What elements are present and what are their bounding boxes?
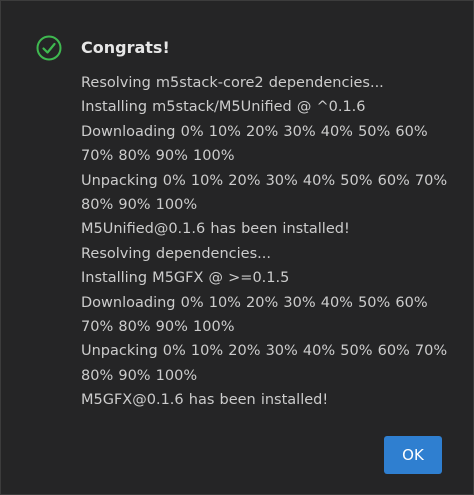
log-line: M5GFX@0.1.6 has been installed!	[81, 392, 329, 409]
ok-button[interactable]: OK	[384, 436, 442, 474]
install-log: Resolving m5stack-core2 dependencies... …	[81, 71, 451, 413]
log-line: Downloading 0% 10% 20% 30% 40% 50% 60% 7…	[81, 123, 428, 165]
dialog-title: Congrats!	[81, 38, 170, 57]
log-line: Unpacking 0% 10% 20% 30% 40% 50% 60% 70%…	[81, 172, 448, 214]
log-line: Installing m5stack/M5Unified @ ^0.1.6	[81, 99, 366, 116]
log-line: Resolving dependencies...	[81, 245, 271, 262]
log-line: Unpacking 0% 10% 20% 30% 40% 50% 60% 70%…	[81, 343, 448, 384]
log-line: Resolving m5stack-core2 dependencies...	[81, 75, 384, 91]
check-circle-icon	[36, 35, 62, 61]
log-line: Installing M5GFX @ >=0.1.5	[81, 270, 290, 287]
install-success-dialog: Congrats! Resolving m5stack-core2 depend…	[0, 0, 474, 495]
log-line: Downloading 0% 10% 20% 30% 40% 50% 60% 7…	[81, 294, 428, 336]
log-line: M5Unified@0.1.6 has been installed!	[81, 221, 350, 238]
